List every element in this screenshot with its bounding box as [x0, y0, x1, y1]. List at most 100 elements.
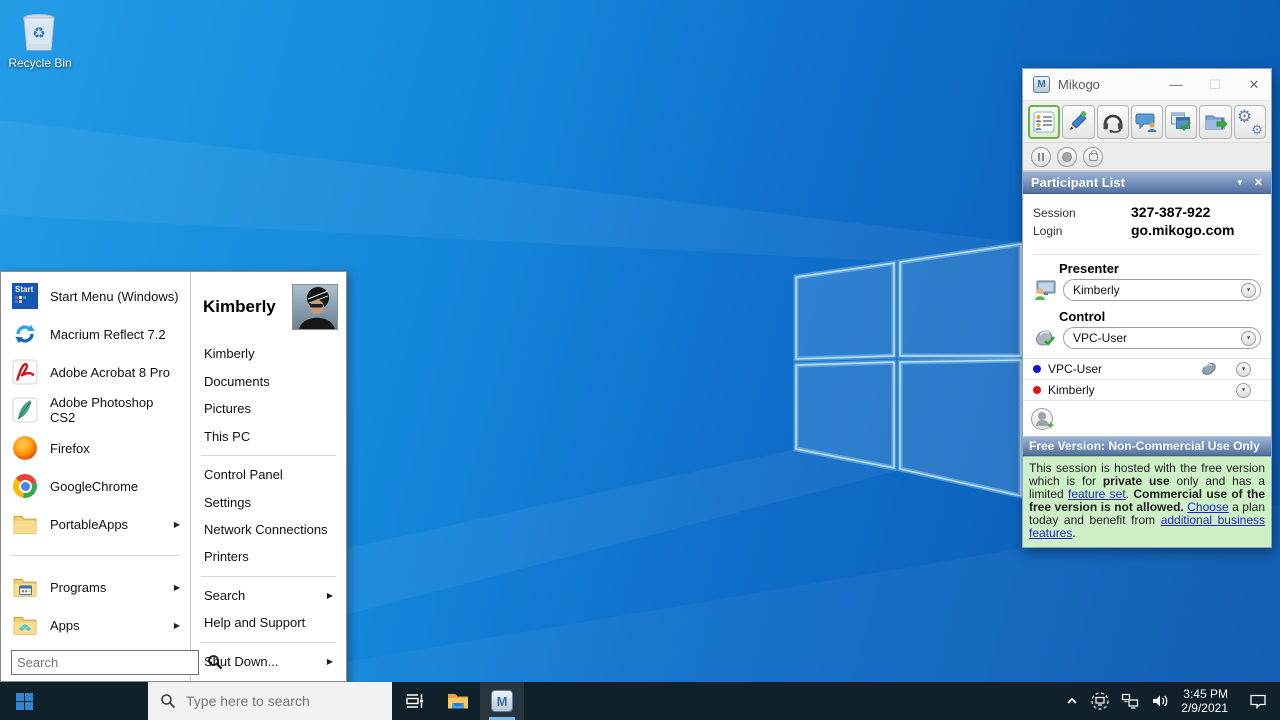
- menu-item-label: GoogleChrome: [50, 479, 138, 494]
- system-tray: 3:45 PM 2/9/2021: [1059, 682, 1280, 720]
- taskbar-search-box[interactable]: [148, 682, 392, 720]
- participant-row[interactable]: VPC-User ▼: [1023, 359, 1271, 380]
- menu-item-pictures[interactable]: Pictures: [191, 395, 346, 422]
- menu-item-firefox[interactable]: Firefox: [1, 429, 190, 467]
- user-name: Kimberly: [203, 297, 276, 317]
- menu-item-label: PortableApps: [50, 517, 128, 532]
- notice-link[interactable]: feature set: [1068, 487, 1126, 501]
- recycle-bin-icon: ♻: [18, 6, 62, 54]
- menu-item-printers[interactable]: Printers: [191, 543, 346, 570]
- menu-divider: [201, 642, 336, 643]
- minimize-button[interactable]: —: [1169, 77, 1183, 92]
- menu-item-label: Apps: [50, 618, 80, 633]
- participant-menu-button[interactable]: ▼: [1236, 362, 1251, 377]
- file-transfer-button[interactable]: [1199, 105, 1231, 139]
- tray-mikogo-session-button[interactable]: [1085, 682, 1115, 720]
- free-version-banner: Free Version: Non-Commercial Use Only: [1023, 436, 1271, 456]
- taskbar-search-input[interactable]: [186, 693, 366, 709]
- menu-item-user-folder[interactable]: Kimberly: [191, 340, 346, 367]
- mikogo-titlebar[interactable]: M Mikogo — ☐ ✕: [1023, 69, 1271, 101]
- menu-item-shut-down[interactable]: Shut Down... ▶: [191, 648, 346, 675]
- network-icon: [1120, 691, 1140, 711]
- menu-item-programs[interactable]: Programs ▶: [1, 568, 190, 606]
- record-button[interactable]: [1057, 147, 1077, 167]
- menu-item-label: Firefox: [50, 441, 90, 456]
- start-menu-search-row: [1, 649, 190, 675]
- control-value: VPC-User: [1073, 331, 1241, 345]
- mikogo-toolbar: ⚙ ⚙: [1023, 101, 1271, 143]
- remote-control-icon: [1033, 327, 1057, 349]
- dropdown-arrow-icon[interactable]: ▼: [1241, 283, 1256, 298]
- control-dropdown[interactable]: VPC-User ▼: [1063, 327, 1261, 349]
- menu-divider: [201, 455, 336, 456]
- session-info: Session 327-387-922 Login go.mikogo.com: [1023, 194, 1271, 248]
- recycle-bin-shortcut[interactable]: ♻ Recycle Bin: [8, 6, 72, 70]
- presenter-dropdown[interactable]: Kimberly ▼: [1063, 279, 1261, 301]
- menu-item-macrium-reflect[interactable]: Macrium Reflect 7.2: [1, 315, 190, 353]
- record-icon: [1062, 152, 1072, 162]
- pause-button[interactable]: [1031, 147, 1051, 167]
- collapse-panel-icon[interactable]: ▼: [1236, 178, 1244, 187]
- menu-item-control-panel[interactable]: Control Panel: [191, 461, 346, 488]
- settings-button[interactable]: ⚙ ⚙: [1234, 105, 1266, 139]
- participant-list-header: Participant List ▼ ✕: [1023, 171, 1271, 194]
- add-participant-button[interactable]: +: [1031, 408, 1053, 430]
- submenu-arrow-icon: ▶: [174, 583, 180, 592]
- mikogo-app-icon: M: [1033, 76, 1050, 93]
- mikogo-taskbar-button[interactable]: M: [480, 682, 524, 720]
- tray-volume-button[interactable]: [1145, 682, 1175, 720]
- participant-list-button[interactable]: [1028, 105, 1060, 139]
- submenu-arrow-icon: ▶: [327, 591, 333, 600]
- menu-item-apps[interactable]: Apps ▶: [1, 606, 190, 644]
- menu-item-portableapps[interactable]: PortableApps ▶: [1, 505, 190, 543]
- tray-network-button[interactable]: [1115, 682, 1145, 720]
- session-id: 327-387-922: [1131, 204, 1210, 220]
- start-button[interactable]: [0, 682, 48, 720]
- menu-item-network-connections[interactable]: Network Connections: [191, 516, 346, 543]
- settings-gears-icon: ⚙ ⚙: [1238, 110, 1262, 134]
- maximize-button[interactable]: ☐: [1208, 77, 1222, 93]
- action-center-icon: [1248, 691, 1268, 711]
- participant-name: VPC-User: [1048, 362, 1200, 376]
- menu-item-label: Help and Support: [204, 615, 305, 630]
- start-menu: Start Start Menu (Windows) Macrium Refle…: [0, 271, 347, 682]
- start-menu-left-column: Start Start Menu (Windows) Macrium Refle…: [1, 272, 191, 681]
- user-avatar[interactable]: [292, 284, 338, 330]
- clock-time: 3:45 PM: [1181, 687, 1228, 701]
- menu-item-label: Macrium Reflect 7.2: [50, 327, 166, 342]
- menu-item-label: Network Connections: [204, 522, 328, 537]
- menu-item-search[interactable]: Search ▶: [191, 582, 346, 609]
- menu-item-google-chrome[interactable]: GoogleChrome: [1, 467, 190, 505]
- close-panel-icon[interactable]: ✕: [1254, 176, 1263, 189]
- menu-item-adobe-acrobat[interactable]: Adobe Acrobat 8 Pro: [1, 353, 190, 391]
- start-menu-search-input[interactable]: [11, 650, 199, 675]
- menu-item-this-pc[interactable]: This PC: [191, 422, 346, 449]
- participant-menu-button[interactable]: ▼: [1236, 383, 1251, 398]
- voice-conference-button[interactable]: [1097, 105, 1129, 139]
- menu-item-start-menu-windows[interactable]: Start Start Menu (Windows): [1, 277, 190, 315]
- tray-expand-button[interactable]: [1059, 682, 1085, 720]
- speaker-icon: [1150, 691, 1170, 711]
- close-button[interactable]: ✕: [1247, 77, 1261, 93]
- task-view-icon: [403, 690, 425, 712]
- menu-item-help-and-support[interactable]: Help and Support: [191, 609, 346, 636]
- application-selection-button[interactable]: [1165, 105, 1197, 139]
- action-center-button[interactable]: [1236, 682, 1280, 720]
- menu-item-label: Search: [204, 588, 245, 603]
- menu-item-settings[interactable]: Settings: [191, 488, 346, 515]
- menu-item-label: Adobe Acrobat 8 Pro: [50, 365, 170, 380]
- menu-item-label: Shut Down...: [204, 654, 278, 669]
- notice-link[interactable]: Choose: [1187, 500, 1228, 514]
- task-view-button[interactable]: [392, 682, 436, 720]
- menu-item-documents[interactable]: Documents: [191, 367, 346, 394]
- mouse-control-icon: [1200, 362, 1218, 376]
- menu-item-adobe-photoshop[interactable]: Adobe Photoshop CS2: [1, 391, 190, 429]
- dropdown-arrow-icon[interactable]: ▼: [1241, 331, 1256, 346]
- whiteboard-button[interactable]: [1062, 105, 1094, 139]
- acrobat-icon: [11, 358, 39, 386]
- chat-button[interactable]: [1131, 105, 1163, 139]
- file-explorer-button[interactable]: [436, 682, 480, 720]
- participant-row[interactable]: Kimberly ▼: [1023, 380, 1271, 401]
- lock-button[interactable]: [1083, 147, 1103, 167]
- taskbar-clock[interactable]: 3:45 PM 2/9/2021: [1175, 687, 1236, 715]
